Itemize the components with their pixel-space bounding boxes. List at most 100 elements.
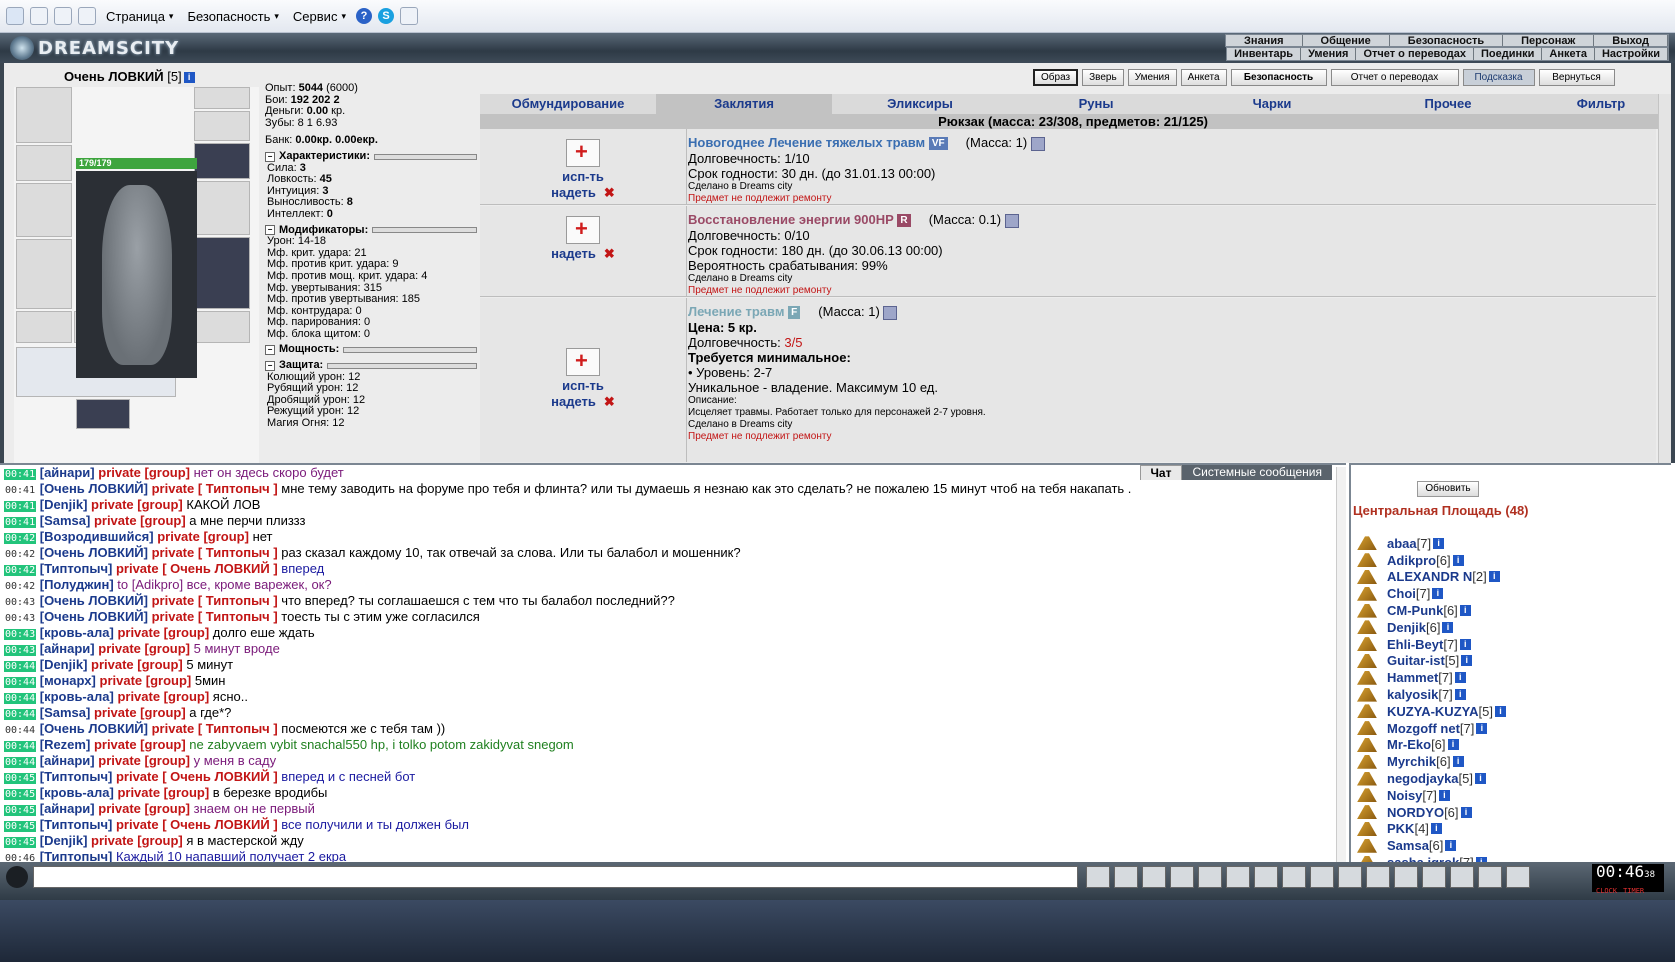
filter-icon[interactable] <box>1142 866 1166 888</box>
user-row[interactable]: Ehli-Beyt [7] i <box>1357 636 1506 653</box>
tab-chat[interactable]: Чат <box>1139 465 1183 480</box>
user-row[interactable]: Denjik [6] i <box>1357 619 1506 636</box>
message-author[interactable]: [айнари] <box>40 465 95 480</box>
tool4-icon[interactable] <box>1422 866 1446 888</box>
user-name[interactable]: ALEXANDR N <box>1387 569 1472 584</box>
user-row[interactable]: Myrchik [6] i <box>1357 753 1506 770</box>
tool6-icon[interactable] <box>1478 866 1502 888</box>
nav-social[interactable]: Общение <box>1303 35 1390 47</box>
help-icon[interactable]: ? <box>355 8 372 24</box>
tab-system-messages[interactable]: Системные сообщения <box>1182 465 1332 480</box>
chat-input[interactable] <box>33 866 1078 888</box>
user-name[interactable]: NORDYO <box>1387 805 1444 820</box>
message-author[interactable]: [Samsa] <box>40 513 91 528</box>
slot-earring[interactable] <box>194 87 250 109</box>
user-name[interactable]: Noisy <box>1387 788 1422 803</box>
mail-icon[interactable] <box>54 7 72 25</box>
info-icon[interactable]: i <box>1430 823 1442 835</box>
item-name[interactable]: Лечение травм <box>688 304 784 319</box>
private-tag[interactable]: private [ Типтопыч ] <box>152 609 278 624</box>
user-row[interactable]: Choi [7] i <box>1357 585 1506 602</box>
tab-spells[interactable]: Заклятия <box>656 94 832 114</box>
info-icon[interactable]: i <box>1454 672 1466 684</box>
sound-icon[interactable] <box>1254 866 1278 888</box>
private-tag[interactable]: private [ Очень ЛОВКИЙ ] <box>116 817 278 832</box>
private-tag[interactable]: private [group] <box>94 737 186 752</box>
menu-tools[interactable]: Сервис <box>289 9 350 24</box>
stats-header[interactable]: − Характеристики: <box>265 150 477 163</box>
user-name[interactable]: Guitar-ist <box>1387 653 1445 668</box>
nav-skills[interactable]: Умения <box>1301 48 1357 60</box>
message-author[interactable]: [Samsa] <box>40 705 91 720</box>
private-tag[interactable]: private [group] <box>91 657 183 672</box>
nav-profile[interactable]: Анкета <box>1542 48 1595 60</box>
user-name[interactable]: Hammet <box>1387 670 1438 685</box>
private-tag[interactable]: private [group] <box>117 785 209 800</box>
message-author[interactable]: [айнари] <box>40 641 95 656</box>
user-row[interactable]: PKK [4] i <box>1357 821 1506 838</box>
user-name[interactable]: PKK <box>1387 821 1414 836</box>
info-icon[interactable]: i <box>1476 722 1488 734</box>
wear-link[interactable]: надеть <box>551 185 596 200</box>
defense-header[interactable]: − Защита: <box>265 359 477 372</box>
tool3-icon[interactable] <box>1394 866 1418 888</box>
items-scrollbar[interactable] <box>1658 94 1671 463</box>
wear-link[interactable]: надеть <box>551 394 596 409</box>
message-author[interactable]: [монарх] <box>40 673 96 688</box>
user-name[interactable]: KUZYA-KUZYA <box>1387 704 1479 719</box>
info-icon[interactable]: i <box>1460 806 1472 818</box>
message-author[interactable]: [Очень ЛОВКИЙ] <box>40 609 148 624</box>
slot-boots[interactable] <box>194 311 250 343</box>
item-name[interactable]: Восстановление энергии 900HP <box>688 212 894 227</box>
transfers-button[interactable]: Отчет о переводах <box>1330 69 1459 86</box>
info-icon[interactable]: i <box>1488 571 1500 583</box>
user-row[interactable]: NORDYO [6] i <box>1357 804 1506 821</box>
message-author[interactable]: [кровь-ала] <box>40 689 114 704</box>
info-icon[interactable]: i <box>1452 554 1464 566</box>
private-tag[interactable]: private [group] <box>94 513 186 528</box>
tab-filter[interactable]: Фильтр <box>1536 94 1666 114</box>
slot-weapon[interactable] <box>16 183 72 237</box>
home-icon[interactable] <box>6 7 24 25</box>
slot-helmet[interactable] <box>16 87 72 143</box>
message-author[interactable]: [Типтопыч] <box>40 561 113 576</box>
helmet-icon[interactable] <box>1310 866 1334 888</box>
tab-equipment[interactable]: Обмундирование <box>480 94 656 114</box>
user-row[interactable]: abaa [7] i <box>1357 535 1506 552</box>
user-row[interactable]: negodjayka [5] i <box>1357 770 1506 787</box>
user-name[interactable]: Mr-Eko <box>1387 737 1431 752</box>
slot-amulet[interactable] <box>194 111 250 141</box>
info-icon[interactable]: i <box>1432 588 1444 600</box>
image-button[interactable]: Образ <box>1033 69 1079 86</box>
delete-icon[interactable]: ✖ <box>604 185 615 200</box>
delete-icon[interactable]: ✖ <box>604 246 615 261</box>
tool1-icon[interactable] <box>1338 866 1362 888</box>
private-tag[interactable]: private [group] <box>100 673 192 688</box>
skills-button[interactable]: Умения <box>1127 69 1177 86</box>
private-tag[interactable]: private [ Типтопыч ] <box>152 721 278 736</box>
info-icon[interactable]: i <box>1494 705 1506 717</box>
nav-transfers[interactable]: Отчет о переводах <box>1356 48 1474 60</box>
message-author[interactable]: [Полуджин] <box>40 577 114 592</box>
translit-icon[interactable] <box>1226 866 1250 888</box>
info-icon[interactable]: i <box>1475 773 1486 785</box>
message-author[interactable]: [Denjik] <box>40 497 88 512</box>
actions-icon[interactable] <box>1198 866 1222 888</box>
message-author[interactable]: [кровь-ала] <box>40 785 114 800</box>
nav-knowledge[interactable]: Знания <box>1226 35 1303 47</box>
skype-icon[interactable]: S <box>377 8 394 24</box>
user-row[interactable]: Guitar-ist [5] i <box>1357 653 1506 670</box>
private-tag[interactable]: private [group] <box>91 497 183 512</box>
private-tag[interactable]: private [ Типтопыч ] <box>152 545 278 560</box>
message-author[interactable]: [Типтопыч] <box>40 817 113 832</box>
user-row[interactable]: Noisy [7] i <box>1357 787 1506 804</box>
slot-ring[interactable] <box>194 143 250 179</box>
message-author[interactable]: [Очень ЛОВКИЙ] <box>40 481 148 496</box>
user-name[interactable]: negodjayka <box>1387 771 1459 786</box>
info-icon[interactable]: i <box>1454 689 1466 701</box>
print-icon[interactable] <box>78 7 96 25</box>
power-header[interactable]: − Мощность: <box>265 344 477 356</box>
user-row[interactable]: CM-Punk [6] i <box>1357 602 1506 619</box>
private-tag[interactable]: private [group] <box>94 705 186 720</box>
message-author[interactable]: [Rezem] <box>40 737 91 752</box>
